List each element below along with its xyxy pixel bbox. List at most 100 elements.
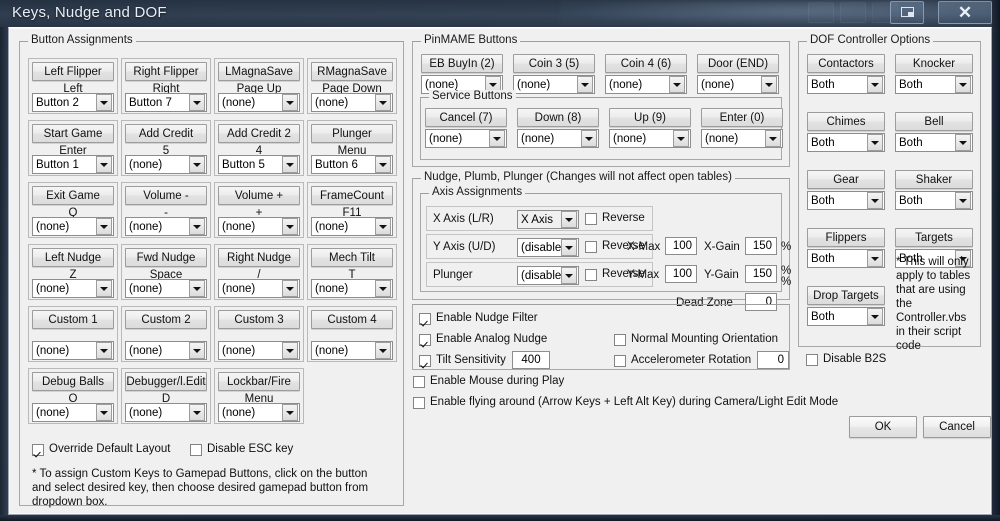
gamepad-combo-start-game[interactable]: Button 1 <box>32 155 114 174</box>
chevron-down-icon[interactable] <box>581 130 597 147</box>
assign-button-mech-tilt[interactable]: Mech Tilt <box>311 248 393 267</box>
chevron-down-icon[interactable] <box>867 308 883 325</box>
assign-button-right-flipper[interactable]: Right Flipper <box>125 62 207 81</box>
enable-nudge-filter-checkbox[interactable]: Enable Nudge Filter <box>419 312 538 325</box>
normal-mounting-orientation-checkbox[interactable]: Normal Mounting Orientation <box>614 333 778 346</box>
gamepad-combo-custom-3[interactable]: (none) <box>218 341 300 360</box>
chevron-down-icon[interactable] <box>96 342 112 359</box>
gamepad-combo-debug-balls[interactable]: (none) <box>32 403 114 422</box>
assign-button-volume-[interactable]: Volume + <box>218 186 300 205</box>
restore-button[interactable] <box>890 1 924 24</box>
chevron-down-icon[interactable] <box>189 218 205 235</box>
dof-button-gear[interactable]: Gear <box>807 170 885 189</box>
chevron-down-icon[interactable] <box>189 280 205 297</box>
gamepad-combo-debugger-l-edit[interactable]: (none) <box>125 403 207 422</box>
gamepad-combo-volume-[interactable]: (none) <box>125 217 207 236</box>
gamepad-combo-exit-game[interactable]: (none) <box>32 217 114 236</box>
chevron-down-icon[interactable] <box>867 192 883 209</box>
gamepad-combo-lmagnasave[interactable]: (none) <box>218 93 300 112</box>
service-button-cancel-7-[interactable]: Cancel (7) <box>425 108 507 127</box>
accelerometer-rotation-input[interactable]: 0 <box>757 351 789 369</box>
chevron-down-icon[interactable] <box>489 130 505 147</box>
service-combo-down-8-[interactable]: (none) <box>517 129 599 148</box>
assign-button-fwd-nudge[interactable]: Fwd Nudge <box>125 248 207 267</box>
assign-button-custom-3[interactable]: Custom 3 <box>218 310 300 329</box>
dof-combo-drop-targets[interactable]: Both <box>807 307 885 326</box>
enable-mouse-checkbox[interactable]: Enable Mouse during Play <box>413 375 564 388</box>
chevron-down-icon[interactable] <box>96 94 112 111</box>
chevron-down-icon[interactable] <box>189 342 205 359</box>
chevron-down-icon[interactable] <box>765 130 781 147</box>
chevron-down-icon[interactable] <box>375 156 391 173</box>
dof-button-contactors[interactable]: Contactors <box>807 54 885 73</box>
gamepad-combo-custom-2[interactable]: (none) <box>125 341 207 360</box>
gamepad-combo-lockbar-fire[interactable]: (none) <box>218 403 300 422</box>
dof-combo-shaker[interactable]: Both <box>895 191 973 210</box>
pinmame-button-coin-3-5-[interactable]: Coin 3 (5) <box>513 54 595 73</box>
close-button[interactable]: ✕ <box>938 1 992 24</box>
service-button-enter-0-[interactable]: Enter (0) <box>701 108 783 127</box>
assign-button-custom-2[interactable]: Custom 2 <box>125 310 207 329</box>
cancel-button[interactable]: Cancel <box>923 416 991 438</box>
enable-flying-checkbox[interactable]: Enable flying around (Arrow Keys + Left … <box>413 396 838 409</box>
assign-button-volume-[interactable]: Volume - <box>125 186 207 205</box>
assign-button-framecount[interactable]: FrameCount <box>311 186 393 205</box>
pinmame-button-coin-4-6-[interactable]: Coin 4 (6) <box>605 54 687 73</box>
service-button-down-8-[interactable]: Down (8) <box>517 108 599 127</box>
chevron-down-icon[interactable] <box>282 280 298 297</box>
chevron-down-icon[interactable] <box>375 342 391 359</box>
pinmame-combo-coin-4-6-[interactable]: (none) <box>605 75 687 94</box>
gamepad-combo-left-nudge[interactable]: (none) <box>32 279 114 298</box>
chevron-down-icon[interactable] <box>282 94 298 111</box>
dof-button-chimes[interactable]: Chimes <box>807 112 885 131</box>
chevron-down-icon[interactable] <box>867 250 883 267</box>
tilt-sensitivity-input[interactable]: 400 <box>512 351 550 369</box>
dof-combo-bell[interactable]: Both <box>895 133 973 152</box>
chevron-down-icon[interactable] <box>189 94 205 111</box>
dof-button-targets[interactable]: Targets <box>895 228 973 247</box>
assign-button-plunger[interactable]: Plunger <box>311 124 393 143</box>
y-gain-input[interactable]: 150 <box>745 265 777 283</box>
chevron-down-icon[interactable] <box>867 76 883 93</box>
assign-button-lockbar-fire[interactable]: Lockbar/Fire <box>218 372 300 391</box>
chevron-down-icon[interactable] <box>577 76 593 93</box>
assign-button-right-nudge[interactable]: Right Nudge <box>218 248 300 267</box>
gamepad-combo-right-flipper[interactable]: Button 7 <box>125 93 207 112</box>
axis-reverse-checkbox[interactable]: Reverse <box>585 212 645 225</box>
x-gain-input[interactable]: 150 <box>745 237 777 255</box>
chevron-down-icon[interactable] <box>673 130 689 147</box>
chevron-down-icon[interactable] <box>282 156 298 173</box>
assign-button-add-credit[interactable]: Add Credit <box>125 124 207 143</box>
service-combo-cancel-7-[interactable]: (none) <box>425 129 507 148</box>
chevron-down-icon[interactable] <box>96 280 112 297</box>
chevron-down-icon[interactable] <box>867 134 883 151</box>
pinmame-button-door-end-[interactable]: Door (END) <box>697 54 779 73</box>
gamepad-combo-custom-1[interactable]: (none) <box>32 341 114 360</box>
accelerometer-rotation-checkbox[interactable]: Accelerometer Rotation <box>614 354 751 367</box>
gamepad-combo-plunger[interactable]: Button 6 <box>311 155 393 174</box>
assign-button-add-credit-2[interactable]: Add Credit 2 <box>218 124 300 143</box>
chevron-down-icon[interactable] <box>282 218 298 235</box>
chevron-down-icon[interactable] <box>96 218 112 235</box>
tilt-sensitivity-checkbox[interactable]: Tilt Sensitivity <box>419 354 506 367</box>
gamepad-combo-add-credit[interactable]: (none) <box>125 155 207 174</box>
chevron-down-icon[interactable] <box>561 211 577 228</box>
chevron-down-icon[interactable] <box>561 239 577 256</box>
pinmame-combo-coin-3-5-[interactable]: (none) <box>513 75 595 94</box>
chevron-down-icon[interactable] <box>955 76 971 93</box>
assign-button-lmagnasave[interactable]: LMagnaSave <box>218 62 300 81</box>
service-button-up-9-[interactable]: Up (9) <box>609 108 691 127</box>
gamepad-combo-framecount[interactable]: (none) <box>311 217 393 236</box>
disable-esc-key-checkbox[interactable]: Disable ESC key <box>190 443 293 456</box>
assign-button-left-nudge[interactable]: Left Nudge <box>32 248 114 267</box>
gamepad-combo-right-nudge[interactable]: (none) <box>218 279 300 298</box>
assign-button-debugger-l-edit[interactable]: Debugger/l.Edit <box>125 372 207 391</box>
chevron-down-icon[interactable] <box>96 156 112 173</box>
chevron-down-icon[interactable] <box>375 218 391 235</box>
dof-button-flippers[interactable]: Flippers <box>807 228 885 247</box>
disable-b2s-checkbox[interactable]: Disable B2S <box>806 353 886 366</box>
chevron-down-icon[interactable] <box>189 156 205 173</box>
dof-combo-contactors[interactable]: Both <box>807 75 885 94</box>
title-bar[interactable]: Keys, Nudge and DOF ✕ <box>0 0 1000 27</box>
assign-button-custom-1[interactable]: Custom 1 <box>32 310 114 329</box>
